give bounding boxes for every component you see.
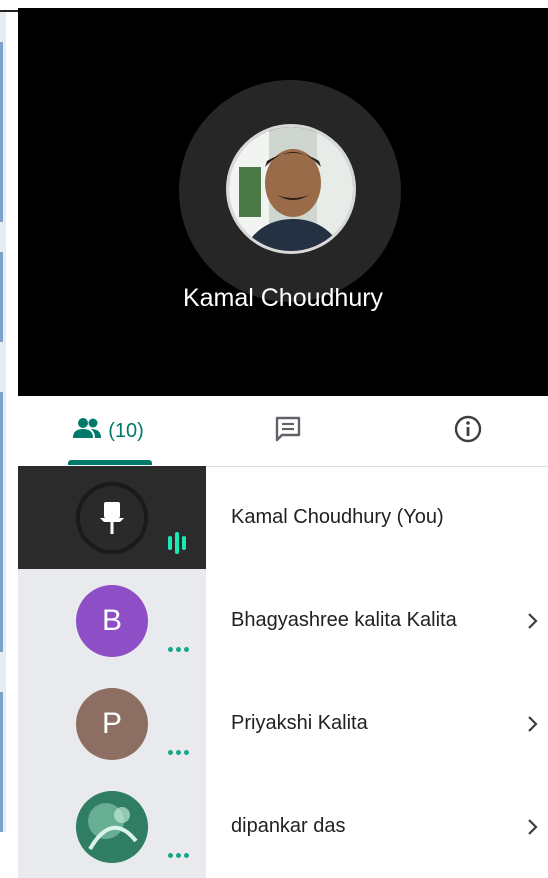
chevron-right-icon[interactable] [526,775,540,878]
more-dots-icon [168,750,189,755]
participant-name: Priyakshi Kalita [231,712,368,734]
tab-people[interactable]: (10) [58,396,158,466]
pin-icon[interactable] [98,500,126,541]
tab-info[interactable] [438,396,498,466]
participant-row[interactable]: P Priyakshi Kalita [18,672,548,775]
participant-list: Kamal Choudhury (You) B Bhagyashree kali… [18,466,548,878]
participant-avatar: P [76,688,148,760]
speaker-name: Kamal Choudhury [182,284,384,312]
background-window-strip [0,12,6,832]
more-dots-icon [168,853,189,858]
chevron-right-icon[interactable] [526,672,540,775]
chat-icon [273,414,303,449]
main-video-tile[interactable]: Kamal Choudhury [18,8,548,396]
people-count: (10) [108,419,144,442]
audio-level-icon [168,532,186,554]
participant-thumbnail: B [18,569,206,672]
participant-name: dipankar das [231,815,346,837]
participant-thumbnail [18,775,206,878]
participant-name: Bhagyashree kalita Kalita [231,609,457,631]
participant-avatar [76,791,148,863]
active-tab-indicator [68,460,152,465]
more-dots-icon [168,647,189,652]
participant-thumbnail [18,466,206,569]
tab-bar: (10) [18,396,548,467]
info-icon [453,414,483,449]
participant-avatar: B [76,585,148,657]
participant-thumbnail: P [18,672,206,775]
chevron-right-icon[interactable] [526,569,540,672]
tab-chat[interactable] [258,396,318,466]
participant-row[interactable]: B Bhagyashree kalita Kalita [18,569,548,672]
participant-row[interactable]: dipankar das [18,775,548,878]
participant-name: Kamal Choudhury (You) [231,506,444,528]
participant-photo [226,124,356,254]
participant-row[interactable]: Kamal Choudhury (You) [18,466,548,569]
people-icon [72,417,102,445]
